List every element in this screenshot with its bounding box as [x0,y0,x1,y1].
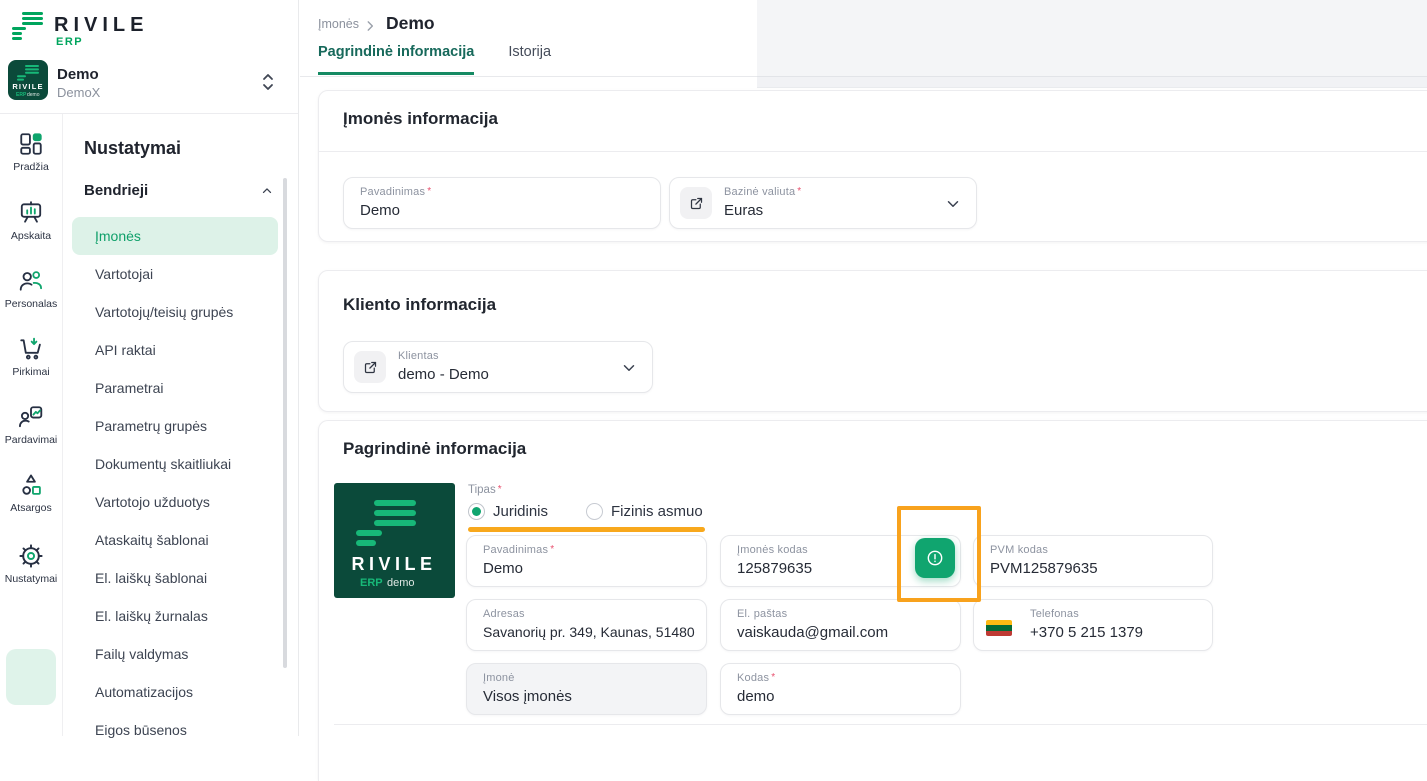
sidebar-item-api-raktai[interactable]: API raktai [72,331,278,369]
imone-field[interactable]: Įmonė Visos įmonės [466,663,707,715]
radio-group-underline [468,527,705,532]
svg-text:demo: demo [27,92,40,98]
accounting-board-icon [0,200,62,226]
dashboard-icon [0,131,62,157]
el-pastas-field[interactable]: El. paštas vaiskauda@gmail.com [720,599,961,651]
rail-item-nustatymai[interactable]: Nustatymai [0,543,62,585]
sidebar-item-parametru-grupes[interactable]: Parametrų grupės [72,407,278,445]
svg-text:RIVILE: RIVILE [12,82,43,91]
gear-icon [0,543,62,569]
external-link-icon[interactable] [354,351,386,383]
lithuania-flag-icon[interactable] [986,620,1012,636]
company-logo-image[interactable]: RIVILE ERP demo [334,483,455,598]
chevron-down-icon[interactable] [620,359,638,377]
rail-item-personalas[interactable]: Personalas [0,268,62,310]
sidebar-main-divider [298,0,299,736]
breadcrumb-parent-link[interactable]: Įmonės [318,17,359,31]
sidebar-item-el-laisku-zurnalas[interactable]: El. laiškų žurnalas [72,597,278,635]
tab-istorija[interactable]: Istorija [508,44,551,75]
nav-rail-active-bg [6,649,56,705]
sidebar-header: RIVILE ERP RIVILE ERP demo Demo DemoX [0,0,298,114]
rail-item-pirkimai[interactable]: Pirkimai [0,336,62,378]
sidebar-item-ataskaitu-sablonai[interactable]: Ataskaitų šablonai [72,521,278,559]
sidebar-item-automatizacijos[interactable]: Automatizacijos [72,673,278,711]
sidebar-item-failu-valdymas[interactable]: Failų valdymas [72,635,278,673]
card-imones-informacija: Įmonės informacija Pavadinimas * Demo Baz… [318,90,1427,242]
header-right-panel [757,0,1427,77]
breadcrumb-chevron-icon [363,19,377,33]
card-header-divider [319,151,1427,152]
sidebar-item-vartotoju-teisiu-grupes[interactable]: Vartotojų/teisių grupės [72,293,278,331]
sidebar-item-imones[interactable]: Įmonės [72,217,278,255]
company-code-lookup-button[interactable] [915,538,955,578]
rail-item-apskaita[interactable]: Apskaita [0,200,62,242]
rail-item-atsargos[interactable]: Atsargos [0,472,62,514]
kodas-field[interactable]: Kodas * demo [720,663,961,715]
svg-text:ERP: ERP [360,577,383,589]
sidebar-heading: Nustatymai [84,138,182,158]
sidebar-item-el-laisku-sablonai[interactable]: El. laiškų šablonai [72,559,278,597]
klientas-select[interactable]: Klientas demo - Demo [343,341,653,393]
sidebar-item-eigos-busenos[interactable]: Eigos būsenos [72,711,278,749]
chevron-up-icon [260,184,274,198]
brand-sub: ERP [56,36,84,48]
sidebar-item-dokumentu-skaitliukai[interactable]: Dokumentų skaitliukai [72,445,278,483]
radio-fizinis-asmuo[interactable]: Fizinis asmuo [586,503,703,520]
rivile-logo-icon [9,10,47,48]
company-logo-tile: RIVILE ERP demo [8,60,48,100]
card-title: Kliento informacija [343,295,497,314]
bazine-valiuta-select[interactable]: Bazinė valiuta * Euras [669,177,977,229]
card-title: Pagrindinė informacija [343,439,527,458]
sidebar-item-vartotojo-uzduotys[interactable]: Vartotojo užduotys [72,483,278,521]
company-name: Demo [57,66,99,83]
brand-name: RIVILE [54,14,149,36]
radio-unchecked-icon [586,503,603,520]
rail-item-pradzia[interactable]: Pradžia [0,131,62,173]
page-title: Demo [386,13,435,33]
unfold-more-icon [260,71,276,93]
card-footer-divider [334,724,1427,725]
sidebar-group-bendrieji[interactable]: Bendrieji [84,182,274,199]
svg-text:RIVILE: RIVILE [351,554,436,574]
card-title: Įmonės informacija [343,109,498,128]
sidebar-item-parametrai[interactable]: Parametrai [72,369,278,407]
chevron-down-icon[interactable] [944,195,962,213]
tab-bar-border [300,76,757,77]
nav-rail: Pradžia Apskaita Personalas Pirkimai Par… [0,113,62,736]
tab-bar: Pagrindinė informacija Istorija [318,44,551,75]
svg-text:ERP: ERP [16,92,27,98]
sidebar-item-vartotojai[interactable]: Vartotojai [72,255,278,293]
card-kliento-informacija: Kliento informacija Klientas demo - Demo [318,270,1427,412]
sales-icon [0,404,62,430]
shapes-icon [0,472,62,498]
sidebar-scrollbar[interactable] [283,178,287,668]
company-code: DemoX [57,85,101,100]
pavadinimas-field[interactable]: Pavadinimas * Demo [343,177,661,229]
company-switcher[interactable]: RIVILE ERP demo Demo DemoX [6,58,290,106]
radio-juridinis[interactable]: Juridinis [468,503,548,520]
pvm-kodas-field[interactable]: PVM kodas PVM125879635 [973,535,1213,587]
svg-text:demo: demo [387,577,415,589]
external-link-icon[interactable] [680,187,712,219]
adresas-field[interactable]: Adresas Savanorių pr. 349, Kaunas, 51480 [466,599,707,651]
cart-icon [0,336,62,362]
pavadinimas-field-main[interactable]: Pavadinimas * Demo [466,535,707,587]
tipas-label: Tipas * [468,484,502,496]
radio-checked-icon [468,503,485,520]
sidebar-menu: Įmonės Vartotojai Vartotojų/teisių grupė… [72,217,278,749]
telefonas-field[interactable]: Telefonas +370 5 215 1379 [973,599,1213,651]
people-icon [0,268,62,294]
tab-pagrindine-informacija[interactable]: Pagrindinė informacija [318,44,475,75]
rail-item-pardavimai[interactable]: Pardavimai [0,404,62,446]
header-right-strip [757,77,1427,88]
